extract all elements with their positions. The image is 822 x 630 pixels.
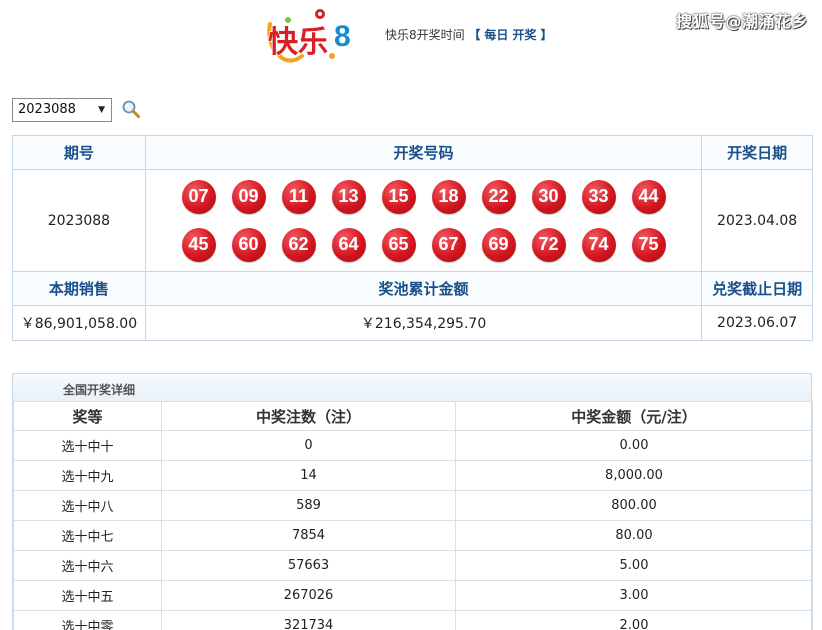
winner-count-header: 中奖注数（注）	[161, 401, 456, 431]
number-ball: 22	[481, 179, 516, 214]
col-date-header: 开奖日期	[701, 135, 813, 170]
prize-amount-cell: 8,000.00	[455, 460, 813, 491]
number-ball: 72	[531, 227, 566, 262]
deadline-value: 2023.06.07	[701, 305, 813, 341]
number-ball: 69	[481, 227, 516, 262]
table-row: 选十中九 14 8,000.00	[13, 460, 813, 491]
winner-count-cell: 0	[161, 430, 456, 461]
number-ball: 44	[631, 179, 666, 214]
table-row: 选十中八 589 800.00	[13, 490, 813, 521]
watermark: 搜狐号@潮涌花乡	[675, 12, 808, 31]
prize-amount-cell: 2.00	[455, 610, 813, 630]
svg-text:8: 8	[334, 20, 351, 53]
col-deadline-header: 兑奖截止日期	[701, 271, 813, 306]
number-ball: 74	[581, 227, 616, 262]
bracket-close: 】	[540, 28, 553, 42]
prize-level-cell: 选十中六	[13, 550, 162, 581]
winner-count-cell: 589	[161, 490, 456, 521]
kuaile8-logo: 快乐 8	[267, 9, 351, 63]
table-row: 选十中十 0 0.00	[13, 430, 813, 461]
prize-amount-header: 中奖金额（元/注）	[455, 401, 813, 431]
number-ball: 75	[631, 227, 666, 262]
winner-count-cell: 7854	[161, 520, 456, 551]
number-ball: 07	[181, 179, 216, 214]
number-ball: 09	[231, 179, 266, 214]
number-ball: 67	[431, 227, 466, 262]
number-ball: 62	[281, 227, 316, 262]
winner-count-cell: 14	[161, 460, 456, 491]
col-issue-header: 期号	[12, 135, 146, 170]
number-ball: 60	[231, 227, 266, 262]
number-ball: 33	[581, 179, 616, 214]
prize-level-cell: 选十中八	[13, 490, 162, 521]
winner-count-cell: 57663	[161, 550, 456, 581]
col-sales-header: 本期销售	[12, 271, 146, 306]
table-row: 选十中七 7854 80.00	[13, 520, 813, 551]
number-ball: 65	[381, 227, 416, 262]
prize-level-cell: 选十中五	[13, 580, 162, 611]
draw-date-value: 2023.04.08	[701, 169, 813, 272]
number-ball: 13	[331, 179, 366, 214]
prize-detail-panel: 全国开奖详细 奖等 中奖注数（注） 中奖金额（元/注） 选十中十 0 0.00 选十中…	[12, 373, 813, 630]
number-ball: 15	[381, 179, 416, 214]
issue-select[interactable]: 2023088 ▼	[12, 98, 112, 122]
issue-value: 2023088	[12, 169, 146, 272]
magnifier-icon[interactable]	[121, 99, 141, 119]
page-header: 快乐 8 快乐8开奖时间 【 每日 开奖 】 搜狐号@潮涌花乡	[0, 0, 822, 80]
bracket-open: 【	[468, 28, 481, 42]
prize-amount-cell: 5.00	[455, 550, 813, 581]
prize-amount-cell: 0.00	[455, 430, 813, 461]
prize-detail-caption: 全国开奖详细	[13, 374, 811, 401]
draw-result-table: 期号 开奖号码 开奖日期 2023088 07 09 11 13 15 18 22 30 33 4…	[12, 135, 813, 341]
draw-time-label: 快乐8开奖时间	[385, 28, 465, 42]
winning-numbers-cell: 07 09 11 13 15 18 22 30 33 44 45 60 62 64 65 67 69 72 74 75	[144, 169, 703, 272]
prize-level-cell: 选十中七	[13, 520, 162, 551]
table-row: 选十中五 267026 3.00	[13, 580, 813, 611]
number-ball: 45	[181, 227, 216, 262]
prize-level-header: 奖等	[13, 401, 162, 431]
winner-count-cell: 267026	[161, 580, 456, 611]
prize-level-cell: 选十中九	[13, 460, 162, 491]
issue-select-value: 2023088	[18, 102, 76, 117]
col-pool-header: 奖池累计金额	[144, 271, 703, 306]
draw-time-info: 快乐8开奖时间 【 每日 开奖 】	[385, 26, 552, 43]
winning-numbers: 07 09 11 13 15 18 22 30 33 44 45 60 62 64 65 67 69 72 74 75	[174, 173, 674, 269]
number-ball: 64	[331, 227, 366, 262]
prize-amount-cell: 800.00	[455, 490, 813, 521]
table-row: 选十中六 57663 5.00	[13, 550, 813, 581]
number-ball: 11	[281, 179, 316, 214]
number-ball: 30	[531, 179, 566, 214]
prize-detail-table: 奖等 中奖注数（注） 中奖金额（元/注） 选十中十 0 0.00 选十中九 14 8,00…	[13, 401, 813, 630]
draw-time-value: 每日 开奖	[484, 28, 537, 42]
prize-level-cell: 选十中十	[13, 430, 162, 461]
prize-amount-cell: 3.00	[455, 580, 813, 611]
svg-text:快乐: 快乐	[268, 26, 328, 59]
winner-count-cell: 321734	[161, 610, 456, 630]
prize-level-cell: 选十中零	[13, 610, 162, 630]
dropdown-arrow-icon: ▼	[98, 105, 105, 115]
table-row: 选十中零 321734 2.00	[13, 610, 813, 630]
number-ball: 18	[431, 179, 466, 214]
pool-value: ￥216,354,295.70	[144, 305, 703, 341]
sales-value: ￥86,901,058.00	[12, 305, 146, 341]
prize-amount-cell: 80.00	[455, 520, 813, 551]
col-numbers-header: 开奖号码	[144, 135, 703, 170]
